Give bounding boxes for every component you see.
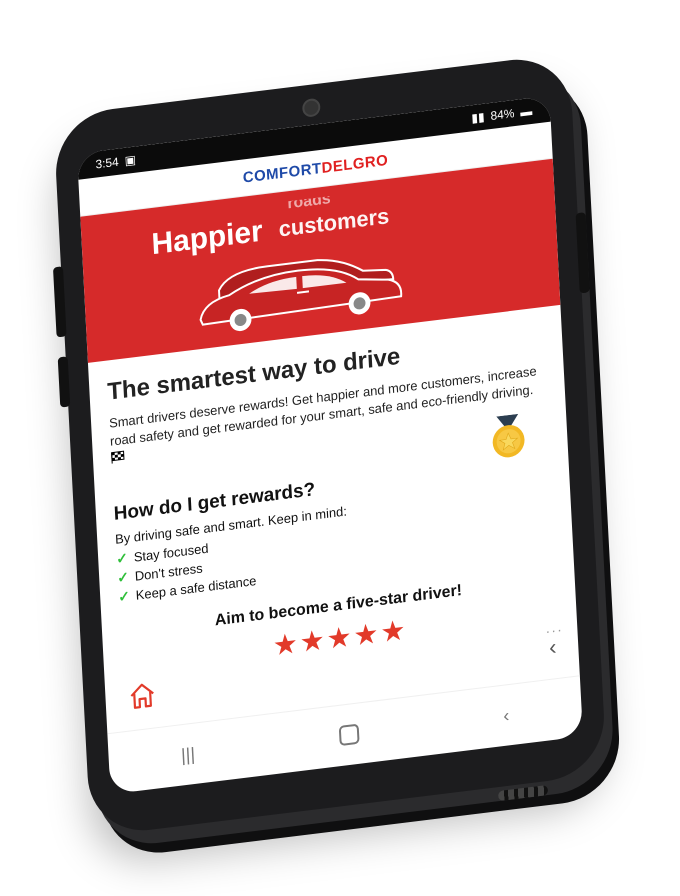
- star-icon: ★: [379, 614, 409, 649]
- system-home-icon[interactable]: [338, 723, 360, 747]
- volume-down-button[interactable]: [57, 356, 71, 408]
- phone-device: 3:54 ▣ ▮▮ 84% ▬ COMFORTDELGRO Happier ro…: [52, 52, 607, 838]
- recent-apps-icon[interactable]: |||: [181, 743, 196, 766]
- power-button[interactable]: [575, 212, 590, 294]
- star-icon: ★: [325, 620, 355, 656]
- medal-icon: [488, 413, 528, 467]
- checkmark-icon: ✓: [116, 568, 130, 587]
- brand-part-2: DELGRO: [321, 151, 389, 177]
- home-icon: [130, 683, 154, 709]
- volume-up-button[interactable]: [52, 266, 67, 338]
- signal-icon: ▮▮: [471, 109, 485, 126]
- star-icon: ★: [272, 627, 301, 662]
- hero-rotating-word: roads customers: [277, 184, 428, 246]
- notification-icon: ▣: [124, 152, 137, 168]
- star-icon: ★: [352, 617, 382, 652]
- back-icon[interactable]: ‹: [548, 634, 557, 661]
- screen: 3:54 ▣ ▮▮ 84% ▬ COMFORTDELGRO Happier ro…: [76, 95, 584, 795]
- star-icon: ★: [298, 624, 328, 659]
- status-time: 3:54: [95, 154, 120, 172]
- main-content: The smartest way to drive Smart drivers …: [88, 305, 577, 684]
- brand-part-1: COMFORT: [242, 159, 322, 187]
- checkmark-icon: ✓: [117, 587, 131, 606]
- battery-icon: ▬: [519, 103, 533, 120]
- front-camera: [301, 97, 321, 118]
- system-back-icon[interactable]: ‹: [503, 705, 510, 727]
- hero-title: Happier: [150, 214, 264, 262]
- battery-level: 84%: [490, 106, 515, 123]
- checkmark-icon: ✓: [115, 549, 129, 568]
- speaker-grill: [497, 785, 549, 802]
- flag-icon: [111, 449, 126, 468]
- home-button[interactable]: [127, 678, 159, 717]
